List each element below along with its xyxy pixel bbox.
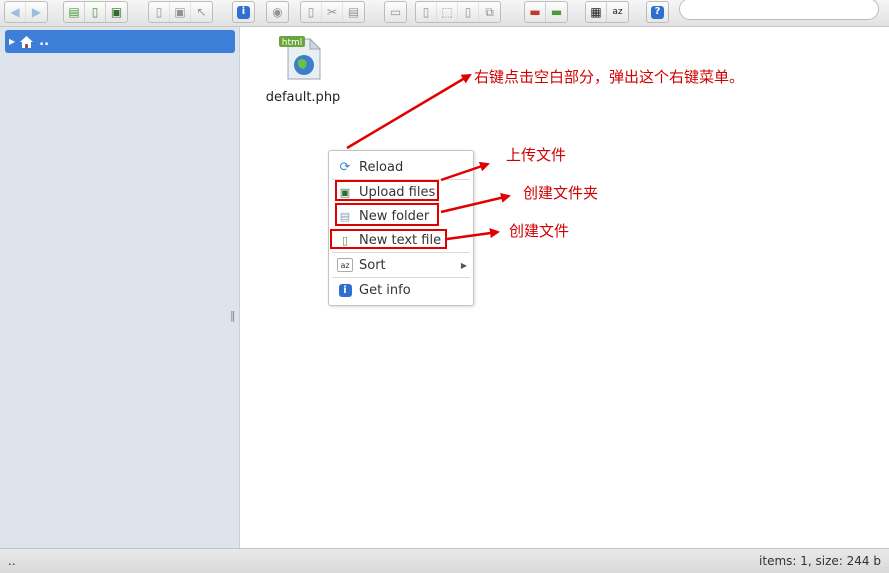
back-icon[interactable]: ◀ xyxy=(5,2,26,22)
reload-icon: ⟳ xyxy=(339,159,351,175)
toolbar: ◀ ▶ ▤ ▯ ▣ ▯ ▣ ↖ i ◉ ▯ ✂ ▤ ▭ ▯ ⬚ ▯ ⧉ ▬ ▬ … xyxy=(0,0,889,27)
tree-root-label: .. xyxy=(39,34,50,49)
status-bar: .. items: 1, size: 244 b xyxy=(0,548,889,573)
view-icon[interactable]: ◉ xyxy=(267,2,288,22)
submenu-arrow-icon: ▶ xyxy=(460,260,467,270)
sidebar-resize-handle[interactable]: ‖ xyxy=(230,309,236,322)
extract-icon[interactable]: ▬ xyxy=(525,2,546,22)
grid-view-icon[interactable]: ▦ xyxy=(586,2,607,22)
expand-arrow-icon[interactable]: ▶ xyxy=(9,37,15,46)
annotation-right-click: 右键点击空白部分，弹出这个右键菜单。 xyxy=(474,68,745,86)
menu-item-reload[interactable]: ⟳ Reload xyxy=(329,156,473,178)
info-icon: i xyxy=(337,282,353,298)
context-menu: ⟳ Reload ▣ Upload files ▤ New folder ▯ N… xyxy=(328,150,474,306)
copy-doc-icon[interactable]: ▯ xyxy=(149,2,170,22)
menu-item-sort[interactable]: az Sort ▶ xyxy=(329,254,473,276)
sort-icon: az xyxy=(337,258,353,272)
menu-item-label: Sort xyxy=(359,257,386,273)
new-folder-highlight-box xyxy=(335,203,439,226)
annotation-new-file: 创建文件 xyxy=(509,222,570,240)
archive-icon[interactable]: ▬ xyxy=(546,2,567,22)
paste-icon[interactable]: ▤ xyxy=(343,2,364,22)
file-group: ▯ ▣ ↖ xyxy=(148,1,213,23)
menu-divider xyxy=(332,277,470,278)
menu-item-get-info[interactable]: i Get info xyxy=(329,279,473,301)
edit-icon[interactable]: ▭ xyxy=(385,2,406,22)
home-icon xyxy=(20,35,34,48)
menu-divider xyxy=(332,252,470,253)
copy-icon[interactable]: ▯ xyxy=(301,2,322,22)
save-disk-icon[interactable]: ▣ xyxy=(170,2,191,22)
help-icon[interactable]: ? xyxy=(647,2,668,22)
rename-icon[interactable]: ▯ xyxy=(458,2,479,22)
manage-group: ▯ ⬚ ▯ ⧉ xyxy=(415,1,501,23)
menu-item-label: Get info xyxy=(359,282,411,298)
info-group: i xyxy=(232,1,255,23)
status-path: .. xyxy=(8,554,16,568)
file-type-badge: html xyxy=(282,38,303,48)
select-all-icon[interactable]: ⬚ xyxy=(437,2,458,22)
info-icon[interactable]: i xyxy=(233,2,254,22)
new-file-highlight-box xyxy=(330,229,447,249)
cut-icon[interactable]: ✂ xyxy=(322,2,343,22)
select-icon[interactable]: ↖ xyxy=(191,2,212,22)
new-folder-icon[interactable]: ▤ xyxy=(64,2,85,22)
sidebar: ▶ .. ‖ xyxy=(0,27,240,548)
new-file-icon[interactable]: ▯ xyxy=(85,2,106,22)
display-group: ▦ az xyxy=(585,1,629,23)
help-group: ? xyxy=(646,1,669,23)
sort-icon[interactable]: az xyxy=(607,2,628,22)
create-group: ▤ ▯ ▣ xyxy=(63,1,128,23)
file-name[interactable]: default.php xyxy=(263,90,343,105)
menu-item-label: Reload xyxy=(359,159,404,175)
php-file-icon[interactable]: html xyxy=(278,35,326,81)
clipboard-group: ▯ ✂ ▤ xyxy=(300,1,365,23)
annotation-upload: 上传文件 xyxy=(506,146,567,164)
upload-highlight-box xyxy=(335,180,439,201)
search-input[interactable] xyxy=(679,0,879,20)
resize-icon[interactable]: ⧉ xyxy=(479,2,500,22)
save-icon[interactable]: ▣ xyxy=(106,2,127,22)
view-group: ◉ xyxy=(266,1,289,23)
edit-group: ▭ xyxy=(384,1,407,23)
status-summary: items: 1, size: 244 b xyxy=(759,554,881,568)
duplicate-icon[interactable]: ▯ xyxy=(416,2,437,22)
nav-group: ◀ ▶ xyxy=(4,1,48,23)
archive-group: ▬ ▬ xyxy=(524,1,568,23)
forward-icon[interactable]: ▶ xyxy=(26,2,47,22)
annotation-new-folder: 创建文件夹 xyxy=(523,184,599,202)
tree-root-item[interactable]: ▶ .. xyxy=(5,30,235,53)
